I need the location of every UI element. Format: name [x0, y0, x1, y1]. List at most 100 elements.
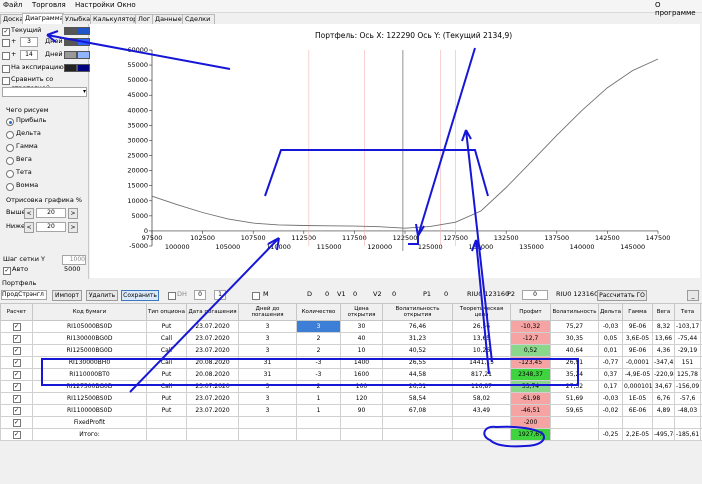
column-header[interactable]: Теоретическая цена: [452, 303, 511, 321]
calc-checkbox[interactable]: ✓: [12, 334, 21, 343]
radio-theta[interactable]: [6, 170, 14, 178]
days1-input[interactable]: 3: [20, 37, 38, 47]
color-swatch-exp-2[interactable]: [77, 64, 90, 72]
calc-checkbox-cell[interactable]: ✓: [0, 404, 33, 417]
minimize-button[interactable]: _: [687, 290, 699, 301]
column-header[interactable]: Расчет: [0, 303, 33, 321]
radio-delta[interactable]: [6, 131, 14, 139]
color-swatch-d3-2[interactable]: [77, 38, 90, 46]
column-header[interactable]: Код бумаги: [32, 303, 147, 321]
column-header[interactable]: Количество: [296, 303, 341, 321]
color-swatch-d14-2[interactable]: [77, 51, 90, 59]
calc-checkbox[interactable]: ✓: [12, 346, 21, 355]
strategy-select[interactable]: ▾: [2, 87, 87, 97]
save-button[interactable]: Сохранить: [121, 290, 159, 301]
calc-checkbox[interactable]: ✓: [12, 322, 21, 331]
days1-checkbox[interactable]: [2, 39, 10, 47]
dh-checkbox[interactable]: [168, 292, 176, 300]
column-header[interactable]: Тип опциона: [146, 303, 187, 321]
table-cell[interactable]: [296, 428, 341, 441]
calc-checkbox-cell[interactable]: ✓: [0, 368, 33, 381]
table-cell[interactable]: 1: [296, 404, 341, 417]
delete-button[interactable]: Удалить: [86, 290, 118, 301]
calc-checkbox-cell[interactable]: ✓: [0, 344, 33, 357]
tab-calculator[interactable]: Калькулятор: [90, 14, 137, 24]
payoff-chart[interactable]: Портфель: Ось X: 122290 Ось Y: (Текущий …: [90, 24, 700, 278]
calc-checkbox[interactable]: ✓: [12, 430, 21, 439]
calc-checkbox[interactable]: ✓: [12, 406, 21, 415]
color-swatch-current[interactable]: [64, 27, 77, 35]
m-checkbox[interactable]: [252, 292, 260, 300]
above-decrease-button[interactable]: <: [24, 208, 34, 219]
strategy-dropdown[interactable]: ПродСтрэнгл: [1, 290, 47, 300]
calc-checkbox-cell[interactable]: ✓: [0, 392, 33, 405]
column-header[interactable]: Гамма: [622, 303, 653, 321]
p2-input[interactable]: 0: [522, 290, 548, 300]
table-cell[interactable]: -3: [296, 368, 341, 381]
calc-checkbox[interactable]: ✓: [12, 358, 21, 367]
column-header[interactable]: Дельта: [598, 303, 623, 321]
menu-settings[interactable]: Настройки: [75, 1, 115, 9]
column-header[interactable]: Тета: [674, 303, 701, 321]
calc-checkbox[interactable]: ✓: [12, 418, 21, 427]
table-cell[interactable]: 3: [296, 320, 341, 333]
dh-input-1[interactable]: 0: [194, 290, 206, 300]
color-swatch-d3[interactable]: [64, 38, 77, 46]
radio-vega[interactable]: [6, 157, 14, 165]
table-row[interactable]: ✓ RI130000BH0 Call 20.08.2020 31 -3 1400 26,55 1…: [0, 356, 702, 369]
table-cell[interactable]: [296, 416, 341, 429]
above-input[interactable]: 20: [36, 208, 66, 218]
grid-step-input[interactable]: 1000: [62, 255, 86, 265]
table-row[interactable]: ✓ RI130000BG0D Call 23.07.2020 3 2 40 31,23 13,6…: [0, 332, 702, 345]
table-row[interactable]: ✓ RI127500BG0D Call 23.07.2020 3 2 100 26,31 116…: [0, 380, 702, 393]
column-header[interactable]: Вега: [652, 303, 675, 321]
table-cell[interactable]: 2: [296, 344, 341, 357]
dh-input-2[interactable]: 1: [214, 290, 226, 300]
calc-checkbox-cell[interactable]: ✓: [0, 380, 33, 393]
calc-margin-button[interactable]: Рассчитать ГО: [597, 290, 647, 301]
menu-file[interactable]: Файл: [3, 1, 22, 9]
color-swatch-current-2[interactable]: [77, 27, 90, 35]
calc-checkbox-cell[interactable]: ✓: [0, 320, 33, 333]
menu-window[interactable]: Окно: [117, 1, 136, 9]
column-header[interactable]: Профит: [510, 303, 551, 321]
column-header[interactable]: Дата погашения: [186, 303, 239, 321]
calc-checkbox[interactable]: ✓: [12, 382, 21, 391]
import-button[interactable]: Импорт: [52, 290, 82, 301]
calc-checkbox-cell[interactable]: ✓: [0, 428, 33, 441]
column-header[interactable]: Волатильность открытия: [382, 303, 453, 321]
table-row[interactable]: ✓ Итого: 1927,67 -0,252,2E-05-495,74-185,61…: [0, 428, 702, 441]
tab-data[interactable]: Данные: [152, 14, 185, 24]
table-cell[interactable]: -3: [296, 356, 341, 369]
days2-input[interactable]: 14: [20, 50, 38, 60]
calc-checkbox-cell[interactable]: ✓: [0, 332, 33, 345]
table-cell[interactable]: 1: [296, 392, 341, 405]
tab-deals[interactable]: Сделки: [182, 14, 215, 24]
radio-gamma[interactable]: [6, 144, 14, 152]
table-row[interactable]: ✓ RI105000BS0D Put 23.07.2020 3 3 30 76,46 26,56…: [0, 320, 702, 333]
below-increase-button[interactable]: >: [68, 222, 78, 233]
auto-checkbox[interactable]: ✓: [3, 267, 11, 275]
calc-checkbox-cell[interactable]: ✓: [0, 356, 33, 369]
menu-trading[interactable]: Торговля: [32, 1, 66, 9]
tab-smile[interactable]: Улыбка: [62, 14, 93, 24]
expiration-checkbox[interactable]: [2, 65, 10, 73]
below-input[interactable]: 20: [36, 222, 66, 232]
calc-checkbox[interactable]: ✓: [12, 394, 21, 403]
table-row[interactable]: ✓ RI125000BG0D Call 23.07.2020 3 2 10 40,52 10,2…: [0, 344, 702, 357]
above-increase-button[interactable]: >: [68, 208, 78, 219]
days2-checkbox[interactable]: [2, 52, 10, 60]
radio-profit[interactable]: [6, 118, 14, 126]
tab-diagram[interactable]: Диаграмма: [22, 13, 64, 24]
column-header[interactable]: Дней до погашения: [238, 303, 297, 321]
table-row[interactable]: ✓FixedProfit-200X: [0, 416, 702, 429]
calc-checkbox-cell[interactable]: ✓: [0, 416, 33, 429]
color-swatch-exp[interactable]: [64, 64, 77, 72]
table-cell[interactable]: 2: [296, 380, 341, 393]
table-cell[interactable]: 2: [296, 332, 341, 345]
table-row[interactable]: ✓ RI112500BS0D Put 23.07.2020 3 1 120 58,54 58,0…: [0, 392, 702, 405]
current-checkbox[interactable]: ✓: [2, 28, 10, 36]
table-row[interactable]: ✓ RI110000BT0 Put 20.08.2020 31 -3 1600 44,58 81…: [0, 368, 702, 381]
radio-vomma[interactable]: [6, 183, 14, 191]
column-header[interactable]: Волатильность: [550, 303, 599, 321]
